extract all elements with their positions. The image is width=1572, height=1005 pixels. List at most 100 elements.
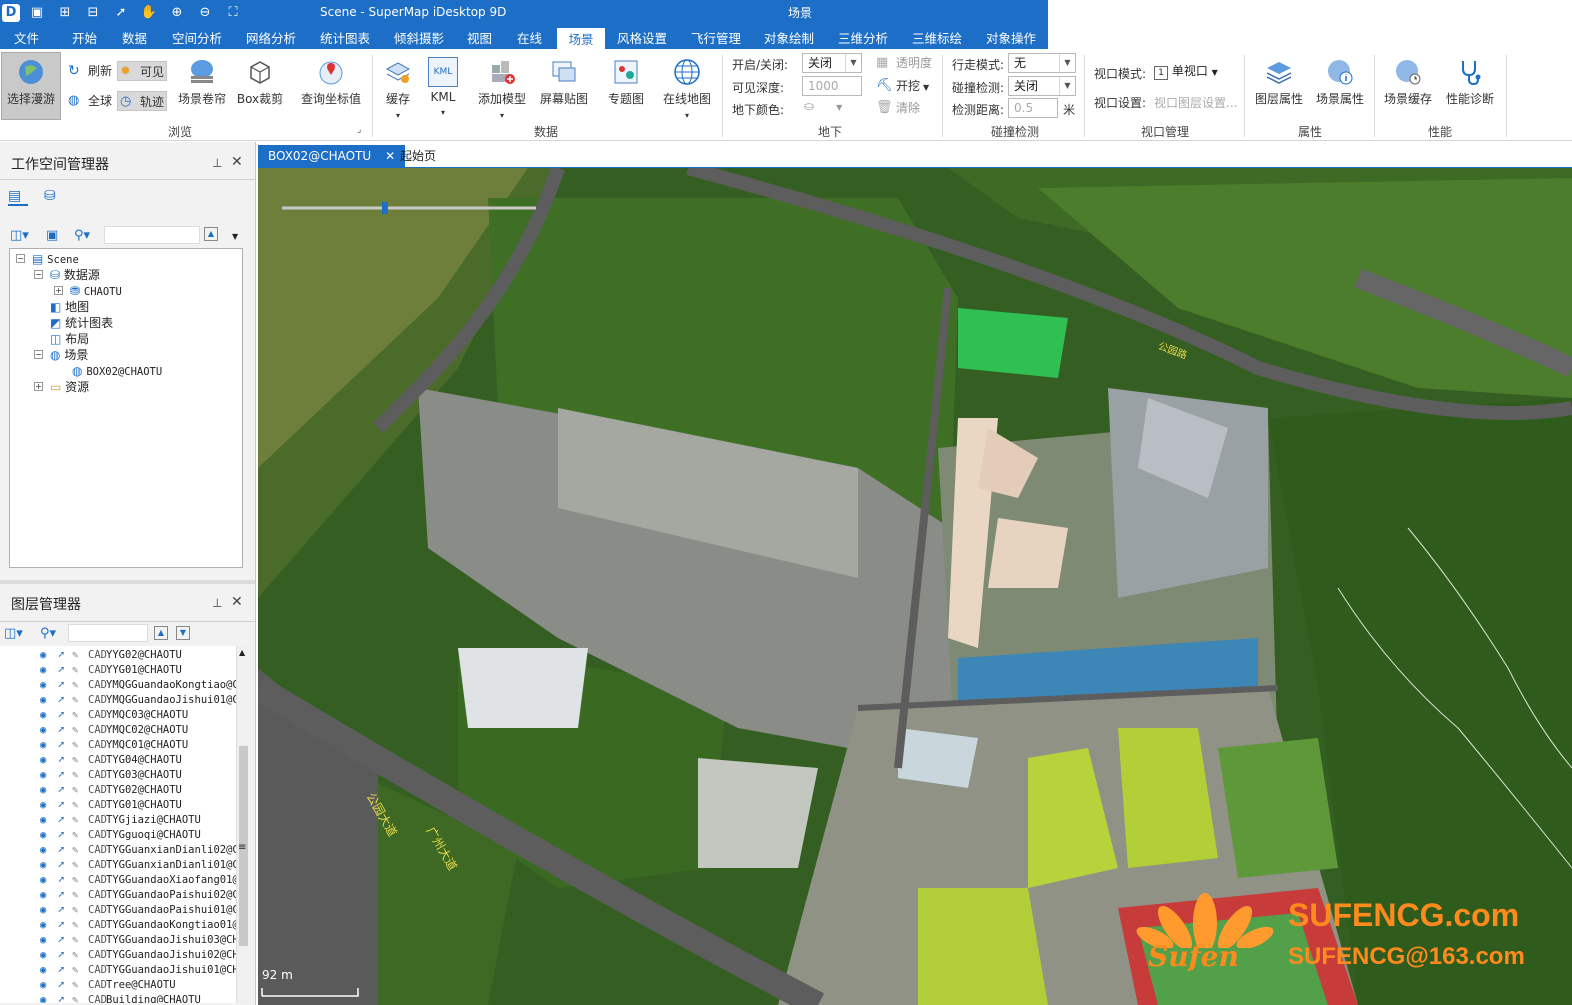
workspace-tab-icon[interactable]: ▤ <box>8 188 28 206</box>
save-icon[interactable]: ▣ <box>28 4 46 22</box>
layer-row[interactable]: ◉ ➚ ✎ CAD TYG02@CHAOTU <box>0 783 236 798</box>
collapse-icon[interactable]: − <box>34 270 43 279</box>
eye-visible-icon[interactable]: ◉ <box>40 858 46 873</box>
edit-pencil-icon[interactable]: ✎ <box>72 888 78 903</box>
menu-file[interactable]: 文件 <box>10 28 43 49</box>
layer-row[interactable]: ◉ ➚ ✎ CAD TYGGuanxianDianli02@CI <box>0 843 236 858</box>
select-arrow-icon[interactable]: ➚ <box>58 828 64 843</box>
eye-visible-icon[interactable]: ◉ <box>40 693 46 708</box>
edit-pencil-icon[interactable]: ✎ <box>72 858 78 873</box>
layer-search-input[interactable] <box>68 624 148 642</box>
visible-toggle[interactable]: ✹ 可见 <box>117 61 167 81</box>
close-icon[interactable]: ✕ <box>231 594 243 610</box>
tree-node-chaotu[interactable]: + ⛃ CHAOTU <box>54 283 122 299</box>
eye-visible-icon[interactable]: ◉ <box>40 783 46 798</box>
layer-row[interactable]: ◉ ➚ ✎ CAD TYGguoqi@CHAOTU <box>0 828 236 843</box>
layer-row[interactable]: ◉ ➚ ✎ CADTYGGuandaoXiaofang01@CI <box>0 873 236 888</box>
eye-visible-icon[interactable]: ◉ <box>40 843 46 858</box>
expand-icon[interactable]: + <box>34 382 43 391</box>
edit-pencil-icon[interactable]: ✎ <box>72 903 78 918</box>
edit-pencil-icon[interactable]: ✎ <box>72 693 78 708</box>
viewport-layer-setting-button[interactable]: 视口图层设置... <box>1154 94 1237 111</box>
edit-pencil-icon[interactable]: ✎ <box>72 993 78 1003</box>
eye-visible-icon[interactable]: ◉ <box>40 663 46 678</box>
menu-object-draw[interactable]: 对象绘制 <box>760 28 818 49</box>
edit-pencil-icon[interactable]: ✎ <box>72 648 78 663</box>
viewport-mode-select[interactable]: 1 单视口 ▼ <box>1154 62 1218 80</box>
tree-node-chart[interactable]: ◩ 统计图表 <box>50 315 113 331</box>
edit-pencil-icon[interactable]: ✎ <box>72 918 78 933</box>
select-arrow-icon[interactable]: ➚ <box>58 843 64 858</box>
layer-row[interactable]: ◉ ➚ ✎ CAD YYG01@CHAOTU <box>0 663 236 678</box>
edit-pencil-icon[interactable]: ✎ <box>72 798 78 813</box>
layer-row[interactable]: ◉ ➚ ✎ CAD YMQC02@CHAOTU <box>0 723 236 738</box>
eye-visible-icon[interactable]: ◉ <box>40 993 46 1003</box>
menu-network-analysis[interactable]: 网络分析 <box>242 28 300 49</box>
pin-icon[interactable]: ⊥ <box>212 156 222 170</box>
underground-onoff-select[interactable]: 关闭 ▼ <box>802 53 862 73</box>
walk-mode-select[interactable]: 无 ▼ <box>1008 53 1076 73</box>
layer-row[interactable]: ◉ ➚ ✎ CAD Building@CHAOTU <box>0 993 236 1003</box>
edit-pencil-icon[interactable]: ✎ <box>72 708 78 723</box>
tree-node-datasource[interactable]: − ⛁ 数据源 <box>34 267 100 283</box>
eye-visible-icon[interactable]: ◉ <box>40 798 46 813</box>
eye-visible-icon[interactable]: ◉ <box>40 873 46 888</box>
online-map-button[interactable]: 在线地图 ▾ <box>660 57 714 121</box>
layer-row[interactable]: ◉ ➚ ✎ CAD YYG02@CHAOTU <box>0 648 236 663</box>
globe-button[interactable]: ◍ 全球 <box>66 91 112 111</box>
eye-visible-icon[interactable]: ◉ <box>40 888 46 903</box>
menu-statistics-chart[interactable]: 统计图表 <box>316 28 374 49</box>
thematic-map-button[interactable]: 专题图 <box>604 57 648 107</box>
layer-row[interactable]: ◉ ➚ ✎ CAD YMQC01@CHAOTU <box>0 738 236 753</box>
expand-icon[interactable]: + <box>54 286 63 295</box>
layer-row[interactable]: ◉ ➚ ✎ CAD YMQGGuandaoJishui01@CI <box>0 693 236 708</box>
collision-detect-select[interactable]: 关闭 ▼ <box>1008 76 1076 96</box>
edit-pencil-icon[interactable]: ✎ <box>72 873 78 888</box>
eye-visible-icon[interactable]: ◉ <box>40 963 46 978</box>
layer-options-icon[interactable]: ◫▾ <box>4 626 23 641</box>
collapse-icon[interactable]: − <box>34 350 43 359</box>
layer-properties-button[interactable]: 图层属性 <box>1252 57 1306 107</box>
eye-visible-icon[interactable]: ◉ <box>40 768 46 783</box>
menu-oblique-photo[interactable]: 倾斜摄影 <box>390 28 448 49</box>
menu-object-ops[interactable]: 对象操作 <box>982 28 1040 49</box>
eye-visible-icon[interactable]: ◉ <box>40 753 46 768</box>
clear-button[interactable]: 🗑 清除 <box>874 98 920 118</box>
layer-row[interactable]: ◉ ➚ ✎ CAD TYGGuandaoJishui02@CHA <box>0 948 236 963</box>
eye-visible-icon[interactable]: ◉ <box>40 738 46 753</box>
screen-image-button[interactable]: 屏幕贴图 <box>536 57 592 107</box>
tab-start-page[interactable]: 起始页 <box>390 145 446 168</box>
scroll-up-icon[interactable]: ▲ <box>239 648 245 657</box>
perf-diagnose-button[interactable]: 性能诊断 <box>1442 57 1498 107</box>
edit-pencil-icon[interactable]: ✎ <box>72 948 78 963</box>
menu-online[interactable]: 在线 <box>513 28 546 49</box>
menu-flight[interactable]: 飞行管理 <box>687 28 745 49</box>
menu-data[interactable]: 数据 <box>118 28 151 49</box>
select-arrow-icon[interactable]: ➚ <box>58 918 64 933</box>
edit-pencil-icon[interactable]: ✎ <box>72 738 78 753</box>
select-arrow-icon[interactable]: ➚ <box>58 768 64 783</box>
select-arrow-icon[interactable]: ➚ <box>58 888 64 903</box>
box-clip-button[interactable]: Box裁剪 <box>234 57 286 107</box>
tree-node-resource[interactable]: + ▭ 资源 <box>34 379 89 395</box>
layer-scrollbar[interactable]: ▲ ≡ <box>236 646 250 1003</box>
layer-row[interactable]: ◉ ➚ ✎ CAD TYG01@CHAOTU <box>0 798 236 813</box>
track-toggle[interactable]: ◷ 轨迹 <box>117 91 167 111</box>
layer-row[interactable]: ◉ ➚ ✎ CAD TYGGuanxianDianli01@CI <box>0 858 236 873</box>
eye-visible-icon[interactable]: ◉ <box>40 813 46 828</box>
edit-pencil-icon[interactable]: ✎ <box>72 768 78 783</box>
edit-pencil-icon[interactable]: ✎ <box>72 663 78 678</box>
edit-pencil-icon[interactable]: ✎ <box>72 828 78 843</box>
add-model-button[interactable]: 添加模型 ▾ <box>474 57 530 121</box>
visible-depth-input[interactable]: 1000 <box>802 76 862 96</box>
save-workspace-icon[interactable]: ▣ <box>46 228 58 243</box>
open-icon[interactable]: ⊟ <box>84 4 102 22</box>
select-arrow-icon[interactable]: ➚ <box>58 978 64 993</box>
eye-visible-icon[interactable]: ◉ <box>40 828 46 843</box>
chevron-up-icon[interactable]: ▲ <box>204 227 218 241</box>
select-arrow-icon[interactable]: ➚ <box>58 663 64 678</box>
eye-visible-icon[interactable]: ◉ <box>40 948 46 963</box>
menu-spatial-analysis[interactable]: 空间分析 <box>168 28 226 49</box>
select-arrow-icon[interactable]: ➚ <box>58 798 64 813</box>
layer-row[interactable]: ◉ ➚ ✎ CAD TYGGuandaoPaishui01@CI <box>0 903 236 918</box>
